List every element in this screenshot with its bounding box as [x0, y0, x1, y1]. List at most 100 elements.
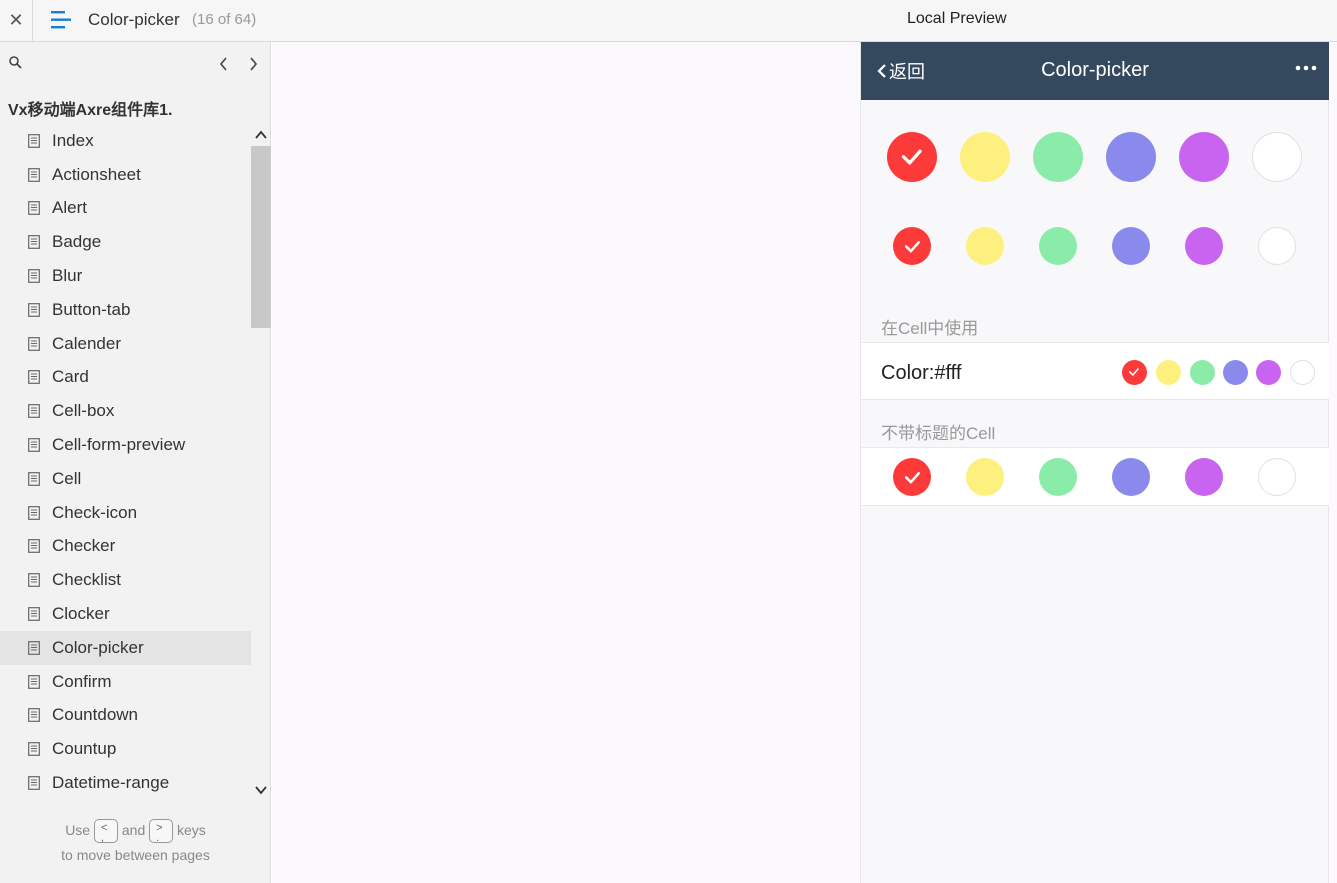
- sidebar-page-item[interactable]: Button-tab: [0, 293, 251, 327]
- color-swatch[interactable]: [1039, 227, 1077, 265]
- page-icon: [28, 539, 40, 554]
- previous-page-icon[interactable]: [214, 54, 234, 74]
- page-icon: [28, 235, 40, 250]
- color-swatch[interactable]: [893, 458, 931, 496]
- color-swatch[interactable]: [1189, 359, 1215, 385]
- keyboard-hint: Use < , and > . keys to move between pag…: [0, 818, 271, 868]
- sidebar-page-label: Cell-box: [52, 401, 115, 421]
- cell-title: Color:#fff: [881, 362, 962, 384]
- hint-keys: keys: [177, 822, 206, 838]
- color-swatch[interactable]: [966, 227, 1004, 265]
- scrollbar-thumb[interactable]: [251, 146, 271, 328]
- sidebar-page-label: Card: [52, 367, 89, 387]
- phone-preview: 返回 Color-picker 在Cell中使用 Color:#fff 不带标题…: [860, 42, 1329, 883]
- sidebar-page-label: Calender: [52, 333, 121, 353]
- color-swatch[interactable]: [1039, 458, 1077, 496]
- sidebar-page-item[interactable]: Calender: [0, 327, 251, 361]
- sidebar-page-item[interactable]: Color-picker: [0, 630, 251, 665]
- color-swatch[interactable]: [1289, 359, 1315, 385]
- scroll-down-icon[interactable]: [254, 783, 268, 795]
- color-swatch[interactable]: [1179, 132, 1229, 182]
- page-icon: [28, 370, 40, 385]
- hint-line2: to move between pages: [61, 847, 210, 864]
- sidebar-page-item[interactable]: Check-icon: [0, 496, 251, 530]
- sidebar-page-item[interactable]: Alert: [0, 192, 251, 226]
- sidebar-page-label: Clocker: [52, 604, 110, 624]
- close-button[interactable]: ✕: [0, 0, 33, 41]
- page-icon: [28, 404, 40, 419]
- page-icon: [28, 336, 40, 351]
- color-swatch[interactable]: [960, 132, 1010, 182]
- sidebar-page-label: Datetime-range: [52, 773, 170, 793]
- sidebar-page-label: Badge: [52, 232, 102, 252]
- color-swatch[interactable]: [1185, 458, 1223, 496]
- page-icon: [28, 708, 40, 723]
- sidebar-page-item[interactable]: Checklist: [0, 563, 251, 597]
- color-swatch[interactable]: [1258, 458, 1296, 496]
- hint-use: Use: [65, 822, 91, 838]
- sidebar-page-item[interactable]: Cell-form-preview: [0, 428, 251, 462]
- checkmark-icon: [1129, 368, 1139, 376]
- color-swatch[interactable]: [893, 227, 931, 265]
- page-count: (16 of 64): [192, 11, 257, 28]
- color-swatch[interactable]: [1121, 359, 1147, 385]
- page-icon: [28, 269, 40, 283]
- color-swatch[interactable]: [1185, 227, 1223, 265]
- sidebar-page-item[interactable]: Badge: [0, 225, 251, 259]
- sidebar-page-label: Checker: [52, 536, 116, 556]
- scroll-up-icon[interactable]: [254, 128, 268, 140]
- sidebar-page-item[interactable]: Cell-box: [0, 394, 251, 428]
- color-swatch[interactable]: [887, 132, 937, 182]
- page-icon: [28, 640, 40, 655]
- page-icon: [28, 302, 40, 317]
- hint-and: and: [121, 822, 146, 838]
- sidebar-page-item[interactable]: Checker: [0, 530, 251, 564]
- checkmark-icon: [904, 471, 920, 483]
- color-swatch[interactable]: [1112, 458, 1150, 496]
- color-swatch[interactable]: [1112, 227, 1150, 265]
- color-swatch[interactable]: [1222, 359, 1248, 385]
- prev-key-icon: < ,: [93, 819, 118, 844]
- sidebar-page-item[interactable]: Confirm: [0, 665, 251, 699]
- sidebar-page-label: Color-picker: [52, 637, 144, 657]
- sidebar-page-item[interactable]: Countdown: [0, 699, 251, 733]
- phone-header: 返回 Color-picker: [861, 42, 1329, 100]
- color-swatch[interactable]: [1033, 132, 1083, 182]
- sidebar-page-item[interactable]: Index: [0, 124, 251, 158]
- menu-icon[interactable]: [49, 9, 73, 31]
- sidebar-page-label: Button-tab: [52, 299, 131, 319]
- sidebar-page-label: Index: [52, 130, 94, 150]
- page-icon: [28, 133, 40, 148]
- checkmark-icon: [904, 240, 920, 252]
- color-swatch[interactable]: [1106, 132, 1156, 182]
- top-bar: ✕ Color-picker (16 of 64) Local Preview: [0, 0, 1337, 42]
- sidebar-page-item[interactable]: Clocker: [0, 597, 251, 631]
- page-icon: [28, 201, 40, 216]
- color-swatch[interactable]: [1255, 359, 1281, 385]
- sidebar-page-label: Alert: [52, 198, 87, 218]
- sidebar-page-label: Cell: [52, 468, 82, 488]
- color-swatch[interactable]: [966, 458, 1004, 496]
- color-swatch[interactable]: [1252, 132, 1302, 182]
- next-page-icon[interactable]: [243, 54, 263, 74]
- page-icon: [28, 505, 40, 520]
- sidebar-scrollbar[interactable]: [251, 124, 271, 800]
- sidebar-page-item[interactable]: Card: [0, 361, 251, 395]
- sidebar-page-label: Blur: [52, 266, 83, 286]
- sidebar-page-label: Confirm: [52, 671, 112, 691]
- sidebar-page-item[interactable]: Datetime-range: [0, 766, 251, 800]
- section-label-cell: 在Cell中使用: [881, 319, 979, 338]
- search-icon[interactable]: [8, 55, 24, 71]
- sidebar-page-item[interactable]: Actionsheet: [0, 158, 251, 192]
- color-swatch[interactable]: [1155, 359, 1181, 385]
- sidebar-page-label: Cell-form-preview: [52, 435, 186, 455]
- sidebar-page-label: Countup: [52, 739, 117, 759]
- more-icon[interactable]: [1294, 60, 1318, 76]
- sidebar-page-item[interactable]: Cell: [0, 462, 251, 496]
- section-label-no-title: 不带标题的Cell: [881, 424, 996, 443]
- sidebar-page-label: Checklist: [52, 570, 121, 590]
- sidebar-page-item[interactable]: Blur: [0, 259, 251, 293]
- color-swatch[interactable]: [1258, 227, 1296, 265]
- preview-label: Local Preview: [907, 10, 1007, 27]
- sidebar-page-item[interactable]: Countup: [0, 732, 251, 766]
